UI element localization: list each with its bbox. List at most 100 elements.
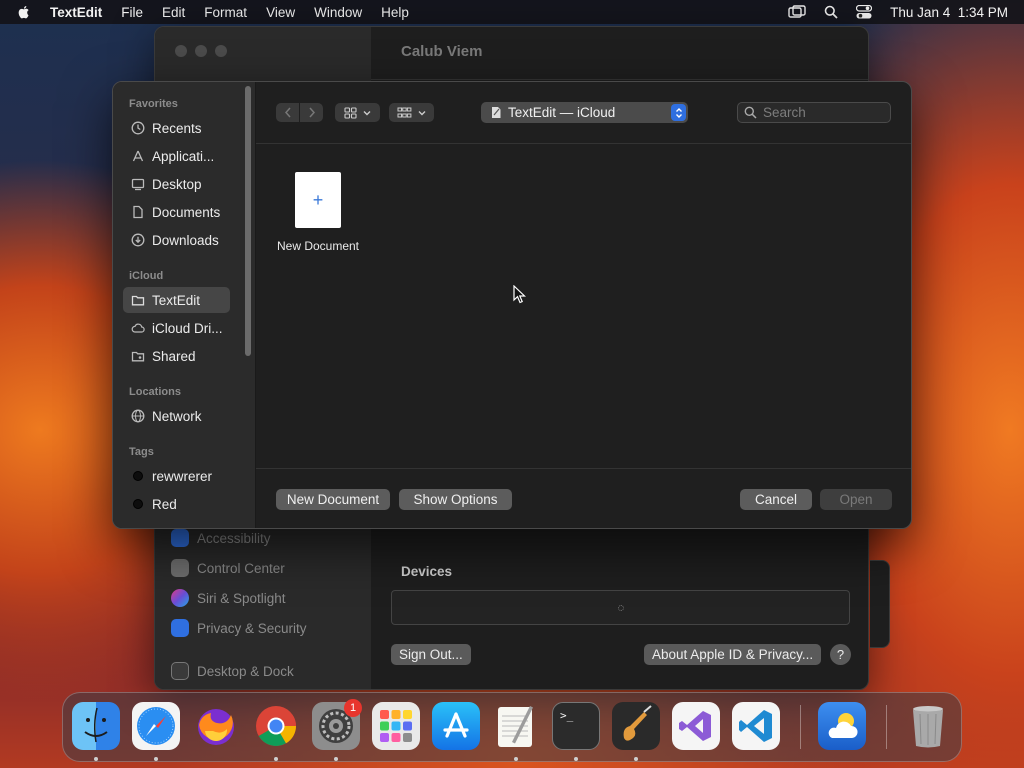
devices-heading: Devices [401, 564, 453, 579]
sidebar-item-documents[interactable]: Documents [123, 199, 230, 225]
running-indicator [274, 757, 278, 761]
shared-folder-icon [131, 351, 145, 362]
dock-visual-studio-icon[interactable] [672, 702, 720, 750]
dock-terminal-icon[interactable]: >_ [552, 702, 600, 750]
settings-item-label: Siri & Spotlight [197, 590, 286, 606]
settings-item-siri[interactable]: Siri & Spotlight [171, 589, 286, 607]
forward-button[interactable] [300, 103, 323, 122]
cancel-button[interactable]: Cancel [740, 489, 812, 510]
dialog-toolbar: TextEdit — iCloud Search [256, 82, 911, 144]
sidebar-scrollbar[interactable] [245, 86, 251, 356]
settings-item-accessibility[interactable]: Accessibility [171, 529, 271, 547]
settings-item-control-center[interactable]: Control Center [171, 559, 285, 577]
download-icon [131, 233, 145, 247]
sidebar-item-textedit[interactable]: TextEdit [123, 287, 230, 313]
menu-app-name[interactable]: TextEdit [50, 5, 102, 20]
menu-window[interactable]: Window [314, 5, 362, 20]
sidebar-item-label: iCloud Dri... [152, 320, 223, 336]
privacy-hand-icon [171, 619, 189, 637]
loading-spinner-icon [618, 605, 624, 611]
folder-icon [131, 295, 145, 306]
running-indicator [94, 757, 98, 761]
chevron-down-icon [418, 110, 426, 115]
dock-garageband-icon[interactable] [612, 702, 660, 750]
search-field[interactable]: Search [737, 102, 891, 123]
sidebar-item-label: TextEdit [152, 292, 201, 308]
dialog-footer-divider [256, 468, 911, 469]
window-controls [175, 45, 227, 57]
desktop-dock-icon [171, 662, 189, 680]
new-document-button[interactable]: New Document [276, 489, 390, 510]
sidebar-item-applications[interactable]: Applicati... [123, 143, 230, 169]
sidebar-tag-red[interactable]: Red [123, 491, 230, 517]
settings-item-privacy[interactable]: Privacy & Security [171, 619, 307, 637]
dock-finder-icon[interactable] [72, 702, 120, 750]
dock-weather-icon[interactable] [818, 702, 866, 750]
settings-item-desktop-dock[interactable]: Desktop & Dock [171, 662, 294, 680]
minimize-window-button[interactable] [195, 45, 207, 57]
dock-chrome-icon[interactable] [252, 702, 300, 750]
screen-mirroring-icon[interactable] [788, 5, 806, 19]
spotlight-search-icon[interactable] [824, 5, 838, 19]
plus-glyph: + [312, 189, 324, 210]
favorites-header: Favorites [129, 98, 178, 110]
sidebar-item-network[interactable]: Network [123, 403, 230, 429]
control-center-settings-icon [171, 559, 189, 577]
view-mode-button[interactable] [335, 103, 380, 122]
dialog-sidebar: Favorites Recents Applicati... Desktop D… [113, 82, 256, 528]
sidebar-item-downloads[interactable]: Downloads [123, 227, 230, 253]
menu-file[interactable]: File [121, 5, 143, 20]
dock-separator [800, 705, 801, 749]
control-center-icon[interactable] [856, 5, 873, 19]
menubar-clock[interactable]: Thu Jan 4 1:34 PM [890, 5, 1008, 20]
menu-edit[interactable]: Edit [162, 5, 185, 20]
show-options-button[interactable]: Show Options [399, 489, 512, 510]
locations-header: Locations [129, 386, 181, 398]
close-window-button[interactable] [175, 45, 187, 57]
sidebar-item-shared[interactable]: Shared [123, 343, 230, 369]
dock-separator [886, 705, 887, 749]
tags-header: Tags [129, 446, 154, 458]
dock-firefox-icon[interactable] [192, 702, 240, 750]
file-item-new-document[interactable]: + New Document [271, 172, 365, 253]
window-edge [870, 560, 890, 648]
about-apple-id-button[interactable]: About Apple ID & Privacy... [644, 644, 822, 665]
open-button[interactable]: Open [820, 489, 892, 510]
running-indicator [574, 757, 578, 761]
dock: 1 >_ [62, 692, 962, 762]
dock-launchpad-icon[interactable] [372, 702, 420, 750]
mouse-cursor-icon [513, 285, 526, 304]
icloud-header: iCloud [129, 270, 164, 282]
menu-bar: TextEdit File Edit Format View Window He… [0, 0, 1024, 24]
accessibility-icon [171, 529, 189, 547]
apple-logo-icon[interactable] [16, 4, 32, 20]
settings-item-label: Accessibility [197, 530, 271, 546]
settings-title-divider [371, 79, 868, 80]
dock-trash-icon[interactable] [904, 702, 952, 750]
sidebar-item-label: Red [152, 496, 177, 512]
running-indicator [154, 757, 158, 761]
back-button[interactable] [276, 103, 299, 122]
sign-out-button[interactable]: Sign Out... [391, 644, 471, 665]
chevron-down-icon [363, 110, 371, 115]
dock-vscode-icon[interactable] [732, 702, 780, 750]
sidebar-item-desktop[interactable]: Desktop [123, 171, 230, 197]
clock-icon [131, 121, 145, 135]
dock-app-store-icon[interactable] [432, 702, 480, 750]
dock-textedit-icon[interactable] [492, 702, 540, 750]
group-by-button[interactable] [389, 103, 434, 122]
location-popup[interactable]: TextEdit — iCloud [481, 102, 688, 123]
chevron-right-icon [308, 107, 315, 118]
sidebar-item-icloud-drive[interactable]: iCloud Dri... [123, 315, 230, 341]
menu-view[interactable]: View [266, 5, 295, 20]
dock-safari-icon[interactable] [132, 702, 180, 750]
menu-format[interactable]: Format [204, 5, 247, 20]
sidebar-tag-rewwrerer[interactable]: rewwrerer [123, 463, 230, 489]
help-button[interactable]: ? [830, 644, 851, 665]
chevron-left-icon [284, 107, 291, 118]
sidebar-item-recents[interactable]: Recents [123, 115, 230, 141]
zoom-window-button[interactable] [215, 45, 227, 57]
file-name: New Document [276, 239, 360, 253]
tag-dot-icon [133, 499, 143, 509]
menu-help[interactable]: Help [381, 5, 409, 20]
